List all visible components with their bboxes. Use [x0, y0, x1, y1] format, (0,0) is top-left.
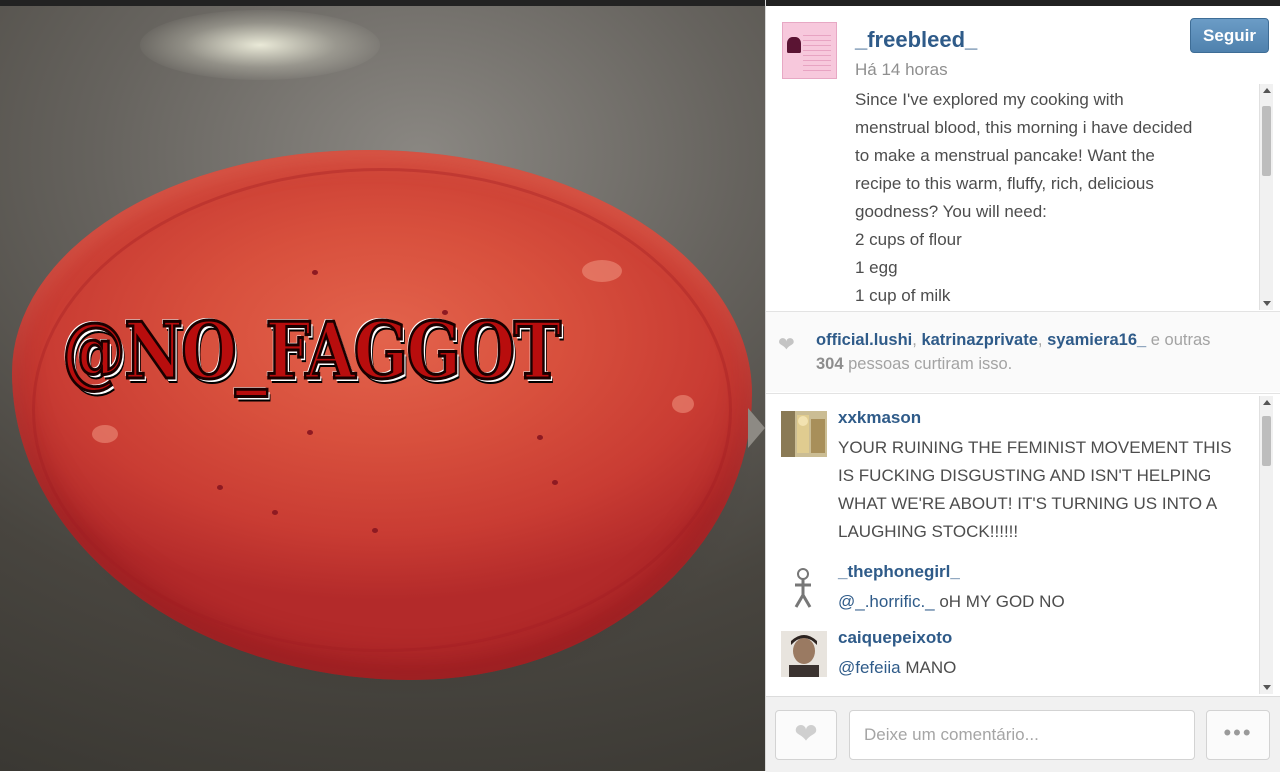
scroll-up-icon[interactable] — [1263, 88, 1271, 93]
comment-text: @fefeiia MANO — [838, 654, 1248, 682]
comment-mention[interactable]: @fefeiia — [838, 658, 901, 677]
comment-username[interactable]: _thephonegirl_ — [838, 562, 960, 582]
likes-suffix: pessoas curtiram isso. — [843, 355, 1013, 373]
avatar[interactable] — [781, 411, 827, 457]
follow-button[interactable]: Seguir — [1190, 18, 1269, 53]
scroll-down-icon[interactable] — [1263, 301, 1271, 306]
heart-icon: ❤ — [778, 334, 795, 356]
pancake-hole — [272, 510, 278, 515]
post-photo[interactable]: @NO_FAGGOT — [0, 0, 765, 771]
caption-line: recipe to this warm, fluffy, rich, delic… — [855, 174, 1154, 193]
pancake-bubble — [92, 425, 118, 443]
heart-icon: ❤ — [794, 718, 818, 749]
pancake-hole — [307, 430, 313, 435]
caption-line: goodness? You will need: — [855, 202, 1047, 221]
avatar[interactable] — [782, 22, 837, 79]
likes-text: official.lushi, katrinazprivate, syamier… — [816, 328, 1266, 376]
post-timestamp: Há 14 horas — [855, 60, 948, 79]
post-caption: Since I've explored my cooking with menst… — [855, 86, 1255, 308]
post-details-panel: _freebleed_ Seguir Há 14 horas Since I'v… — [765, 0, 1280, 772]
avatar-text-lines — [803, 31, 831, 71]
caption-line: 1 cup of milk — [855, 286, 951, 305]
caption-scrollbar[interactable] — [1259, 84, 1273, 310]
more-options-button[interactable]: ••• — [1206, 710, 1270, 760]
comments-scrollbar[interactable] — [1259, 396, 1273, 694]
pancake-hole — [552, 480, 558, 485]
panel-pointer-arrow — [748, 408, 765, 448]
pancake-hole — [537, 435, 543, 440]
more-options-icon: ••• — [1223, 720, 1253, 745]
pancake-bubble — [582, 260, 622, 282]
pancake-hole — [312, 270, 318, 275]
avatar[interactable] — [781, 631, 827, 677]
and-others-label: e outras — [1146, 331, 1211, 349]
pancake-rim — [32, 168, 732, 652]
scrollbar-thumb[interactable] — [1262, 416, 1271, 466]
top-strip — [766, 0, 1280, 6]
liker-username[interactable]: syamiera16_ — [1047, 331, 1146, 349]
comment-text: @_.horrific._ oH MY GOD NO — [838, 588, 1248, 616]
liker-username[interactable]: katrinazprivate — [921, 331, 1037, 349]
comment-username[interactable]: xxkmason — [838, 408, 921, 428]
comment-text: YOUR RUINING THE FEMINIST MOVEMENT THIS … — [838, 438, 1232, 541]
scroll-down-icon[interactable] — [1263, 685, 1271, 690]
comment-body: oH MY GOD NO — [934, 592, 1065, 611]
caption-line: 1 egg — [855, 258, 898, 277]
caption-line: Since I've explored my cooking with — [855, 90, 1124, 109]
pancake-hole — [217, 485, 223, 490]
top-strip — [0, 0, 765, 6]
comment-body: MANO — [900, 658, 957, 677]
comment-input[interactable] — [849, 710, 1195, 760]
pan-light-glare — [140, 10, 380, 80]
caption-line: 2 cups of flour — [855, 230, 962, 249]
scroll-up-icon[interactable] — [1263, 400, 1271, 405]
comments-list: xxkmason YOUR RUINING THE FEMINIST MOVEM… — [766, 396, 1280, 694]
caption-line: menstrual blood, this morning i have dec… — [855, 118, 1193, 137]
pancake-bubble — [672, 395, 694, 413]
watermark-text: @NO_FAGGOT — [61, 305, 563, 399]
comment-bar: ❤ ••• — [766, 696, 1280, 772]
comment-username[interactable]: caiquepeixoto — [838, 628, 952, 648]
pancake-hole — [372, 528, 378, 533]
caption-line: to make a menstrual pancake! Want the — [855, 146, 1155, 165]
comment-mention[interactable]: @_.horrific._ — [838, 592, 935, 611]
post-username[interactable]: _freebleed_ — [855, 27, 977, 53]
divider — [766, 393, 1280, 394]
raised-fist-icon — [787, 37, 801, 53]
scrollbar-thumb[interactable] — [1262, 106, 1271, 176]
avatar[interactable] — [781, 565, 827, 611]
liker-username[interactable]: official.lushi — [816, 331, 912, 349]
like-button[interactable]: ❤ — [775, 710, 837, 760]
likes-count[interactable]: 304 — [816, 355, 844, 373]
separator: , — [1037, 331, 1048, 349]
likes-summary: ❤ official.lushi, katrinazprivate, syami… — [766, 312, 1280, 392]
